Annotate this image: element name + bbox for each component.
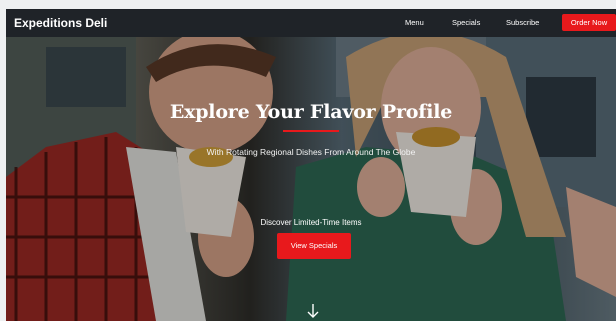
- nav-specials-link[interactable]: Specials: [452, 9, 480, 37]
- order-now-button[interactable]: Order Now: [562, 14, 616, 31]
- top-navbar: Expeditions Deli Menu Specials Subscribe…: [6, 9, 616, 37]
- title-divider: [283, 130, 339, 132]
- hero-subtitle: With Rotating Regional Dishes From Aroun…: [206, 147, 416, 157]
- hero-title: Explore Your Flavor Profile: [169, 101, 453, 123]
- arrow-down-icon[interactable]: [306, 303, 320, 319]
- view-specials-button[interactable]: View Specials: [277, 233, 351, 259]
- hero-dark-overlay: [6, 37, 616, 321]
- nav-subscribe-link[interactable]: Subscribe: [506, 9, 539, 37]
- hero-section: Explore Your Flavor Profile With Rotatin…: [6, 37, 616, 321]
- nav-menu-link[interactable]: Menu: [405, 9, 424, 37]
- brand-logo[interactable]: Expeditions Deli: [14, 9, 107, 37]
- discover-label: Discover Limited-Time Items: [260, 218, 362, 227]
- browser-viewport: Expeditions Deli Menu Specials Subscribe…: [6, 9, 616, 321]
